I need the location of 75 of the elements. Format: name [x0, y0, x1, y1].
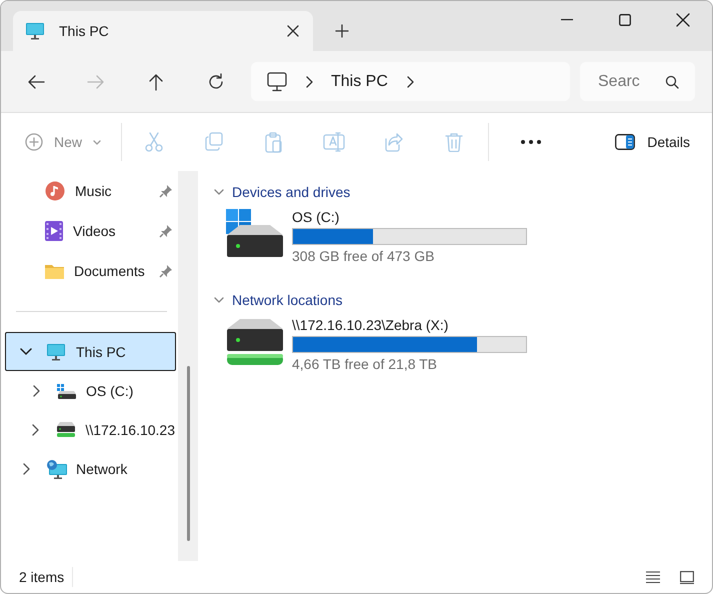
drive-icon	[226, 209, 284, 259]
sidebar-item[interactable]: Documents	[1, 251, 177, 291]
clipboard-icon	[265, 132, 283, 152]
tree-label: This PC	[76, 344, 126, 360]
drive-tile[interactable]: \\172.16.10.23\Zebra (X:) 4,66 TB free of 21,8 TB	[214, 313, 712, 395]
back-arrow-icon	[27, 74, 45, 90]
section-header[interactable]: Devices and drives	[232, 184, 350, 200]
chevron-down-icon	[214, 297, 224, 303]
music-icon	[45, 181, 65, 201]
tree-item[interactable]: Network	[5, 449, 176, 488]
sidebar-item[interactable]: Music	[1, 171, 177, 211]
pin-icon	[159, 264, 173, 278]
search-field[interactable]: Searc	[598, 72, 646, 90]
new-tab-icon	[335, 24, 349, 38]
tree-label: OS (C:)	[86, 382, 134, 398]
share-icon	[384, 132, 404, 152]
monitor-icon	[46, 342, 66, 360]
maximize-icon	[619, 14, 631, 26]
drive-tile[interactable]: OS (C:) 308 GB free of 473 GB	[214, 205, 712, 287]
pin-icon	[159, 184, 173, 198]
chevron-right-icon	[32, 384, 40, 396]
section-header[interactable]: Network locations	[232, 292, 342, 308]
close-icon	[676, 13, 690, 27]
refresh-icon	[207, 72, 225, 90]
rename-icon	[323, 132, 345, 152]
free-space-text: 4,66 TB free of 21,8 TB	[292, 356, 438, 372]
minimize-icon	[561, 19, 573, 21]
drive-name: \\172.16.10.23\Zebra (X:)	[292, 317, 450, 333]
tree-label: \\172.16.10.23	[85, 422, 175, 438]
scrollbar-thumb[interactable]	[187, 366, 190, 541]
sidebar-item[interactable]: Videos	[1, 211, 177, 251]
forward-arrow-icon	[87, 74, 105, 90]
chevron-down-icon	[214, 189, 224, 195]
breadcrumb[interactable]: This PC	[331, 72, 388, 90]
chevron-right-icon	[406, 76, 414, 88]
details-pane-icon	[615, 134, 636, 150]
details-button[interactable]: Details	[605, 124, 700, 160]
tiles-view-icon	[680, 570, 694, 584]
caret-icon	[93, 140, 102, 144]
video-icon	[45, 221, 63, 241]
drive-name: OS (C:)	[292, 209, 340, 225]
close-icon	[287, 25, 299, 37]
network-drive-icon	[56, 420, 76, 438]
scrollbar[interactable]	[178, 171, 198, 561]
drive-icon	[56, 382, 76, 398]
search-icon	[665, 74, 679, 88]
folder-icon	[45, 263, 64, 279]
chevron-right-icon	[22, 462, 30, 474]
network-monitor-icon	[46, 458, 68, 478]
monitor-outline-icon	[267, 72, 287, 92]
pin-icon	[159, 224, 173, 238]
chevron-down-icon	[20, 348, 32, 356]
tree-label: Network	[76, 460, 128, 476]
sidebar-label: Documents	[74, 263, 146, 279]
list-view-icon	[646, 571, 660, 583]
item-count: 2 items	[19, 569, 64, 585]
tree-item[interactable]: OS (C:)	[5, 371, 176, 410]
chevron-right-icon	[32, 424, 40, 436]
network-drive-icon	[226, 317, 284, 367]
address-bar[interactable]: This PC	[251, 62, 570, 101]
copy-icon	[204, 132, 224, 152]
scissors-icon	[145, 132, 163, 152]
tree-item[interactable]: This PC	[5, 332, 176, 371]
trash-icon	[445, 132, 463, 152]
sidebar-label: Videos	[73, 223, 117, 239]
up-arrow-icon	[148, 72, 164, 90]
plus-circle-icon	[25, 133, 43, 151]
tab[interactable]: This PC	[13, 11, 313, 51]
chevron-right-icon	[305, 76, 313, 88]
tree-item[interactable]: \\172.16.10.23	[5, 410, 176, 449]
sidebar-label: Music	[75, 183, 113, 199]
search-box[interactable]: Searc	[580, 62, 695, 101]
more-icon	[521, 140, 541, 144]
monitor-icon	[25, 22, 45, 40]
free-space-text: 308 GB free of 473 GB	[292, 248, 436, 264]
